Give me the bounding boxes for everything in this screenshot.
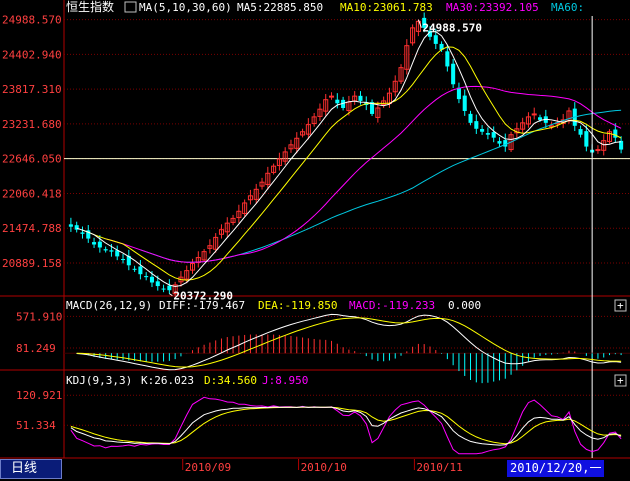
macd-label: MACD(26,12,9) [66,299,152,312]
candle-body [433,35,438,44]
candle-body [497,141,502,144]
stock-chart[interactable]: 24988.570 24402.940 23817.310 23231.680 2264… [0,0,630,481]
kdj-expand-icon: + [617,374,624,387]
ma5-value: MA5:22885.850 [237,1,323,14]
candle-body [109,250,114,252]
candle-body [485,133,490,135]
candle-body [474,121,479,129]
index-name: 恒生指数 [66,0,114,14]
candle-body [68,224,73,227]
kdj-tick-label: 120.921 [16,389,62,402]
candle-body [358,95,363,101]
price-tick-label: 23231.680 [2,118,62,131]
kdj-k-value: K:26.023 [141,374,194,387]
candle-body [328,95,335,98]
candle-body [144,276,149,278]
ma60-value: MA60: [551,1,584,14]
candle-body [149,276,155,283]
date-tick-label: 2010/11 [416,461,462,474]
candle-body [155,281,160,287]
low-annotation: 20372.290 [173,290,233,303]
ma30-value: MA30:23392.105 [446,1,539,14]
macd-dea-value: DEA:-119.850 [258,299,337,312]
candle-body [480,128,485,132]
macd-tick-label: 571.910 [16,310,62,323]
kdj-tick-label: 51.334 [16,419,56,432]
candle-body [138,266,143,275]
candle-body [491,132,496,138]
price-tick-label: 22060.418 [2,187,62,200]
candle-body [92,242,97,245]
macd-tick-label: 81.249 [16,342,56,355]
candle-body [451,63,456,85]
macd-macd-value: MACD:-119.233 [349,299,435,312]
macd-expand-icon: + [617,299,624,312]
price-tick-label: 24402.940 [2,48,62,61]
price-tick-label: 24988.570 [2,14,62,27]
candle-body [613,129,618,138]
kdj-label: KDJ(9,3,3) [66,374,132,387]
candle-body [167,285,172,291]
candle-body [97,241,102,248]
cursor-date-label: 2010/12/20,一 [507,460,605,477]
candle-body [80,232,85,234]
ma10-value: MA10:23061.783 [340,1,433,14]
high-annotation: 24988.570 [422,22,482,35]
price-tick-label: 20889.158 [2,257,62,270]
candle-body [595,149,601,152]
period-tab-daily[interactable]: 日线 [0,459,62,479]
price-tick-label: 21474.788 [2,222,62,235]
candle-body [103,249,108,251]
ma-label: MA(5,10,30,60) [139,1,232,14]
candle-body [537,117,543,120]
date-tick-label: 2010/09 [185,461,231,474]
macd-zero-value: 0.000 [448,299,481,312]
kdj-j-value: J:8.950 [262,374,308,387]
candle-body [462,95,467,111]
candle-body [456,87,461,100]
candle-body [445,51,450,67]
candle-body [531,113,537,116]
price-tick-label: 23817.310 [2,83,62,96]
date-tick-label: 2010/10 [301,461,347,474]
candle-body [161,288,166,290]
candle-body [468,113,473,123]
candle-body [132,268,137,270]
kdj-d-value: D:34.560 [204,374,257,387]
candle-body [120,259,126,261]
candle-body [578,129,583,135]
price-tick-label: 22646.050 [2,153,62,166]
candle-body [335,99,340,104]
candle-body [584,131,589,147]
